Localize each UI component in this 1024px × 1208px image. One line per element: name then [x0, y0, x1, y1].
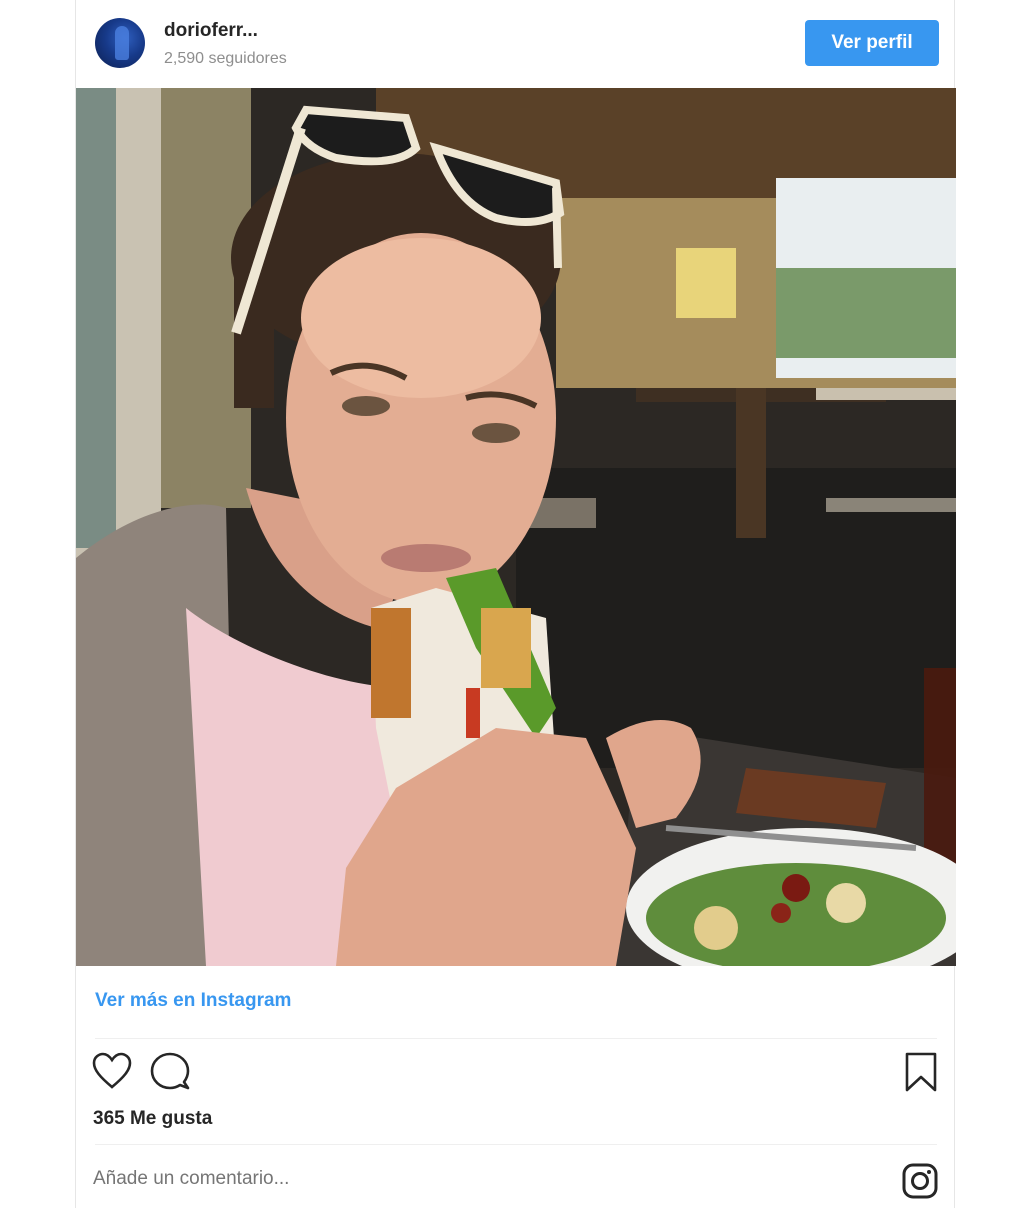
divider [95, 1038, 937, 1039]
post-header: dorioferr... 2,590 seguidores Ver perfil [76, 0, 956, 88]
follower-count: 2,590 seguidores [164, 50, 287, 67]
view-profile-button[interactable]: Ver perfil [805, 20, 939, 66]
comment-input[interactable] [93, 1168, 853, 1190]
avatar[interactable] [95, 18, 145, 68]
bookmark-icon[interactable] [905, 1052, 937, 1097]
like-count: 365 Me gusta [93, 1108, 213, 1129]
view-more-on-instagram-link[interactable]: Ver más en Instagram [95, 990, 291, 1012]
comment-bubble-icon[interactable] [150, 1052, 190, 1095]
username[interactable]: dorioferr... [164, 20, 258, 42]
post-photo[interactable] [76, 88, 956, 966]
divider [95, 1144, 937, 1145]
heart-icon[interactable] [92, 1052, 132, 1095]
instagram-embed: dorioferr... 2,590 seguidores Ver perfil [75, 0, 956, 1208]
